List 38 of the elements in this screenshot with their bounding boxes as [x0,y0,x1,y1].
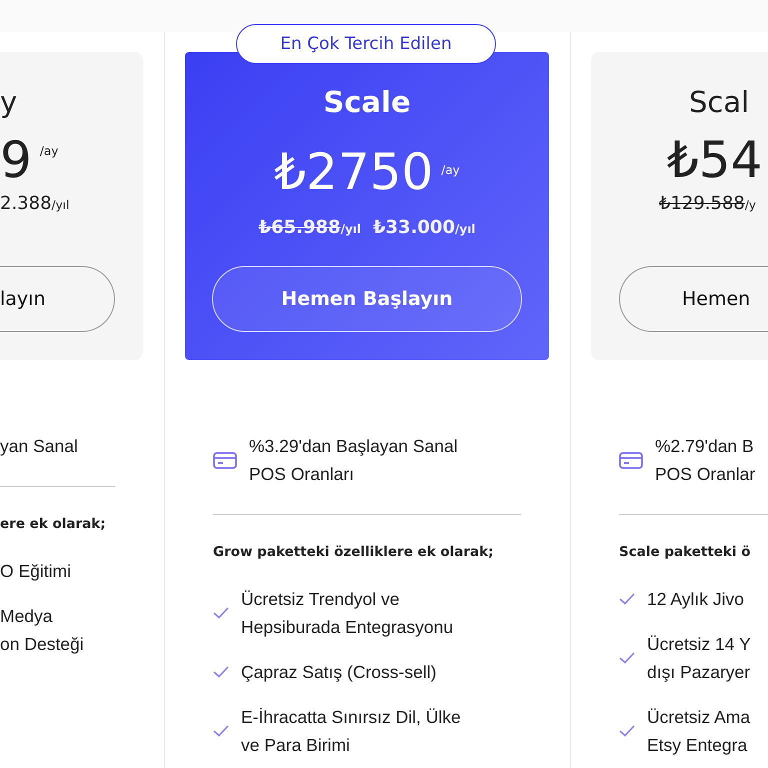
feature-text: Ücretsiz Ama Etsy Entegra [647,706,750,757]
features-intro: Grow paketteki özelliklere ek olarak; [213,543,495,561]
feature-text: Medya on Desteği [0,605,84,656]
pos-rate-text: yan Sanal [0,435,78,458]
plan-name: Scal [688,84,750,121]
yearly-price: 2.388/yıl [0,192,70,216]
pos-rate-text: %3.29'dan Başlayan Sanal POS Oranları [249,435,458,486]
credit-card-icon [619,452,643,468]
feature-text: Ücretsiz Trendyol ve Hepsiburada Entegrasyonu [241,588,454,639]
pos-rate-text: %2.79'dan B POS Oranlar [655,435,756,486]
monthly-price: ₺2750 [274,142,434,202]
plan-name: y [0,84,18,121]
monthly-price: ₺54 [667,130,762,190]
start-button[interactable]: layın [0,266,115,332]
check-icon [619,593,635,605]
most-popular-badge: En Çok Tercih Edilen [236,24,496,64]
yearly-price: ₺33.000/yıl [373,216,476,240]
features-intro: ere ek olarak; [0,515,107,533]
monthly-price: 9 [0,130,32,190]
check-icon [619,725,635,737]
check-icon [213,607,229,619]
feature-text: 12 Aylık Jivo [647,588,744,611]
feature-text: Ücretsiz 14 Y dışı Pazaryer [647,633,751,684]
feature-text: O Eğitimi [0,560,71,583]
features-intro: Scale paketteki ö [619,543,752,561]
check-icon [213,666,229,678]
old-yearly-price: ₺129.588/y [659,192,756,216]
check-icon [619,652,635,664]
start-button[interactable]: Hemen Başlayın [212,266,522,332]
check-icon [213,725,229,737]
feature-text: Çapraz Satış (Cross-sell) [241,661,436,684]
credit-card-icon [213,452,237,468]
start-button[interactable]: Hemen [619,266,768,332]
feature-text: E-İhracatta Sınırsız Dil, Ülke ve Para Birimi [241,706,461,757]
old-yearly-price: ₺65.988/yıl [258,216,361,240]
plan-name: Scale [323,84,411,121]
price-unit: /ay [40,144,58,158]
price-unit: /ay [441,162,460,179]
